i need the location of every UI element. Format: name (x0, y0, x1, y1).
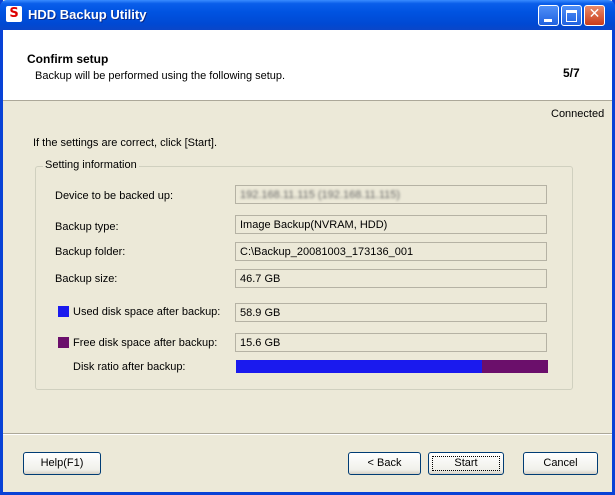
free-space-legend-swatch (58, 337, 69, 348)
back-button[interactable]: < Back (348, 452, 421, 475)
disk-ratio-used-segment (236, 360, 483, 373)
backup-type-label: Backup type: (55, 221, 119, 233)
backup-size-label: Backup size: (55, 273, 118, 285)
window-title: HDD Backup Utility (28, 7, 147, 22)
backup-folder-label: Backup folder: (55, 246, 126, 258)
backup-folder-value: C:\Backup_20081003_173136_001 (235, 242, 547, 261)
disk-ratio-free-segment (482, 360, 548, 373)
disk-ratio-bar (236, 360, 548, 373)
title-bar[interactable]: S HDD Backup Utility ✕ (0, 0, 615, 30)
used-space-legend-swatch (58, 306, 69, 317)
connection-status: Connected (551, 108, 605, 120)
app-icon: S (6, 6, 22, 22)
close-button[interactable]: ✕ (584, 5, 605, 26)
help-button[interactable]: Help(F1) (23, 452, 101, 475)
page-title: Confirm setup (27, 52, 109, 66)
maximize-button[interactable] (561, 5, 582, 26)
backup-type-value: Image Backup(NVRAM, HDD) (235, 215, 547, 234)
wizard-header: Confirm setup Backup will be performed u… (3, 30, 612, 101)
instruction-text: If the settings are correct, click [Star… (33, 137, 218, 149)
disk-ratio-label: Disk ratio after backup: (73, 361, 186, 373)
minimize-button[interactable] (538, 5, 559, 26)
backup-size-value: 46.7 GB (235, 269, 547, 288)
group-legend: Setting information (43, 159, 139, 171)
cancel-button[interactable]: Cancel (523, 452, 598, 475)
step-indicator: 5/7 (563, 66, 580, 80)
button-separator (3, 433, 612, 435)
free-space-value: 15.6 GB (235, 333, 547, 352)
device-value-text: 192.168.11.115 (192.168.11.115) (240, 189, 401, 201)
device-value: 192.168.11.115 (192.168.11.115) (235, 185, 547, 204)
page-subtitle: Backup will be performed using the follo… (35, 70, 286, 82)
close-icon: ✕ (588, 6, 601, 22)
used-space-value: 58.9 GB (235, 303, 547, 322)
used-space-label: Used disk space after backup: (73, 306, 221, 318)
start-button[interactable]: Start (428, 452, 504, 475)
wizard-window: S HDD Backup Utility ✕ Confirm setup Bac… (0, 0, 615, 495)
free-space-label: Free disk space after backup: (73, 337, 218, 349)
device-label: Device to be backed up: (55, 190, 174, 202)
